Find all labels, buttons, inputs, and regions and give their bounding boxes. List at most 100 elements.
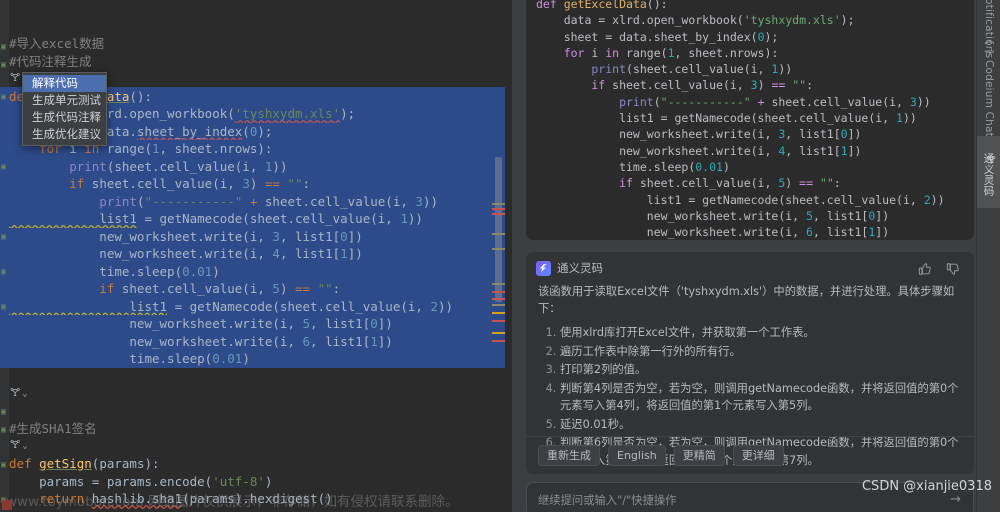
code-line: new_worksheet.write(i, 4, list1[1])	[0, 245, 505, 263]
preview-line: time.sleep(0.01)	[536, 159, 730, 174]
right-tool-bar: Notifications { } Codeium Chat 🝖 通义灵码	[976, 0, 1000, 512]
gutter-marker[interactable]: ▣	[1, 456, 8, 469]
preview-line: new_worksheet.write(i, 4, list1[1])	[536, 143, 862, 158]
thumbs-down-icon[interactable]	[946, 261, 960, 275]
preview-line: if sheet.cell_value(i, 3) == "":	[536, 78, 814, 93]
sidebar-tab-codeium-chat[interactable]: { } Codeium Chat	[977, 39, 1000, 136]
ai-feedback-actions	[918, 261, 964, 275]
menu-item-generate-comments[interactable]: 生成代码注释	[23, 109, 106, 126]
editor-splitter[interactable]	[512, 0, 520, 512]
inspection-marker[interactable]	[492, 320, 505, 322]
gutter-marker[interactable]: ▣	[1, 56, 8, 69]
list-item: 遍历工作表中除第一行外的所有行。	[560, 343, 962, 361]
code-line: if sheet.cell_value(i, 3) == "":	[0, 175, 505, 193]
preview-line: print(sheet.cell_value(i, 1))	[536, 62, 793, 77]
comment-text: #代码注释生成	[9, 53, 92, 69]
preview-line: data = xlrd.open_workbook('tyshxydm.xls'…	[536, 13, 855, 28]
sidebar-tab-tongyi-lingma[interactable]: 🝖 通义灵码	[977, 136, 1000, 208]
gutter-marker[interactable]: ▣	[1, 88, 8, 101]
english-button[interactable]: English	[608, 445, 666, 466]
gutter-marker[interactable]: ▣	[1, 158, 8, 171]
site-badge-icon	[2, 500, 12, 510]
preview-line: for i in range(1, sheet.nrows):	[536, 45, 779, 60]
comment-text: #导入excel数据	[9, 36, 105, 51]
code-line-comment-import-excel: #导入excel数据	[0, 35, 505, 53]
preview-line: def getExcelData():	[536, 0, 668, 11]
send-icon[interactable]: →	[950, 492, 961, 507]
preview-line: print("-----------" + sheet.cell_value(i…	[536, 94, 931, 109]
preview-line: list1 = getNamecode(sheet.cell_value(i, …	[536, 192, 945, 207]
code-line: params = params.encode('utf-8')	[9, 473, 273, 489]
list-item: 使用xlrd库打开Excel文件，并获取第一个工作表。	[560, 324, 962, 342]
code-line: list1 = getNamecode(sheet.cell_value(i, …	[0, 297, 505, 315]
ai-brand-name: 通义灵码	[557, 261, 603, 275]
preview-line: if sheet.cell_value(i, 5) == "":	[536, 176, 841, 191]
more-concise-button[interactable]: 更精简	[673, 445, 725, 466]
inspection-marker[interactable]	[492, 332, 505, 334]
regenerate-button[interactable]: 重新生成	[538, 445, 600, 466]
menu-item-generate-unit-test[interactable]: 生成单元测试	[23, 92, 106, 109]
tongyi-lingma-brand-icon	[536, 260, 551, 276]
inspection-marker[interactable]	[492, 340, 505, 342]
preview-line: list1 = getNamecode(sheet.cell_value(i, …	[536, 111, 917, 126]
ai-response-intro: 该函数用于读取Excel文件（'tyshxydm.xls'）中的数据，并进行处理…	[538, 285, 955, 315]
preview-line: new_worksheet.write(i, 6, list1[1])	[536, 225, 890, 240]
gutter-marker[interactable]: ▣	[1, 38, 8, 51]
sidebar-tab-label: Codeium Chat	[983, 59, 995, 137]
thumbs-up-icon[interactable]	[918, 261, 932, 275]
ai-sparkle-icon: 🝖	[10, 386, 21, 399]
gutter-marker[interactable]: ▣	[1, 421, 8, 434]
ai-sparkle-icon: 🝖	[10, 71, 21, 84]
code-line: time.sleep(0.01)	[0, 350, 505, 368]
sidebar-tab-label: 通义灵码	[982, 152, 995, 196]
list-item: 判断第4列是否为空，若为空，则调用getNamecode函数，并将返回值的第0个…	[560, 380, 962, 415]
ai-inline-action-icon[interactable]: 🝖⌄	[10, 385, 36, 400]
code-line: new_worksheet.write(i, 5, list1[0])	[0, 315, 505, 333]
inspection-marker[interactable]	[492, 283, 505, 285]
inspection-marker[interactable]	[492, 203, 505, 205]
csdn-watermark: CSDN @xianjie0318	[861, 479, 992, 494]
ai-context-menu[interactable]: 解释代码 生成单元测试 生成代码注释 生成优化建议	[22, 72, 107, 146]
preview-line: new_worksheet.write(i, 5, list1[0])	[536, 208, 890, 223]
gutter-marker[interactable]: ▣	[1, 228, 8, 241]
code-line: new_worksheet.write(i, 3, list1[0])	[0, 227, 505, 245]
inspection-marker[interactable]	[492, 304, 505, 306]
inspection-marker[interactable]	[492, 248, 505, 250]
gutter-marker[interactable]: ▣	[1, 263, 8, 276]
code-line-comment-codegen: #代码注释生成	[0, 53, 505, 71]
inspection-marker[interactable]	[492, 233, 505, 235]
more-detail-button[interactable]: 更详细	[732, 445, 784, 466]
inspection-marker[interactable]	[492, 312, 505, 314]
code-line-def-getsign: def getSign(params):	[9, 456, 160, 471]
code-line: new_worksheet.write(i, 6, list1[1])	[0, 332, 505, 350]
inspection-marker[interactable]	[492, 208, 505, 210]
list-item: 打印第2列的值。	[560, 361, 962, 379]
editor-scrollbar[interactable]	[492, 0, 505, 512]
watermark-domain: www.toymoban.com	[6, 494, 144, 510]
chat-input-placeholder: 继续提问或输入"/"快捷操作	[538, 494, 677, 507]
chevron-down-icon: ⌄	[22, 441, 28, 451]
code-line: if sheet.cell_value(i, 5) == "":	[0, 280, 505, 298]
ai-inline-action-icon[interactable]: 🝖⌄	[10, 437, 36, 452]
inspection-marker[interactable]	[492, 291, 505, 293]
code-line: print("-----------" + sheet.cell_value(i…	[0, 192, 505, 210]
scrollbar-thumb[interactable]	[495, 157, 502, 302]
gutter-marker[interactable]: ▣	[1, 403, 8, 416]
inspection-marker[interactable]	[492, 298, 505, 300]
inspection-marker[interactable]	[492, 213, 505, 215]
ai-response-card: 通义灵码 该函数用于读取Excel文件（'tyshxydm.xls'）中的数据，…	[526, 252, 974, 474]
code-preview-card: def getExcelData(): data = xlrd.open_wor…	[526, 0, 974, 240]
ide-window: #导入excel数据 #代码注释生成 def getExcelData(): d…	[0, 0, 1000, 512]
list-item: 延迟0.01秒。	[560, 416, 962, 434]
menu-item-explain-code[interactable]: 解释代码	[23, 75, 106, 92]
watermark-notice: 网络图片仅供展示，非存储，如有侵权请联系删除。	[147, 494, 459, 510]
preview-line: new_worksheet.write(i, 3, list1[0])	[536, 127, 862, 142]
ai-response-header: 通义灵码	[526, 252, 974, 278]
menu-item-generate-optimization[interactable]: 生成优化建议	[23, 126, 106, 143]
gutter-marker[interactable]: ▣	[1, 298, 8, 311]
chevron-down-icon: ⌄	[22, 389, 28, 399]
